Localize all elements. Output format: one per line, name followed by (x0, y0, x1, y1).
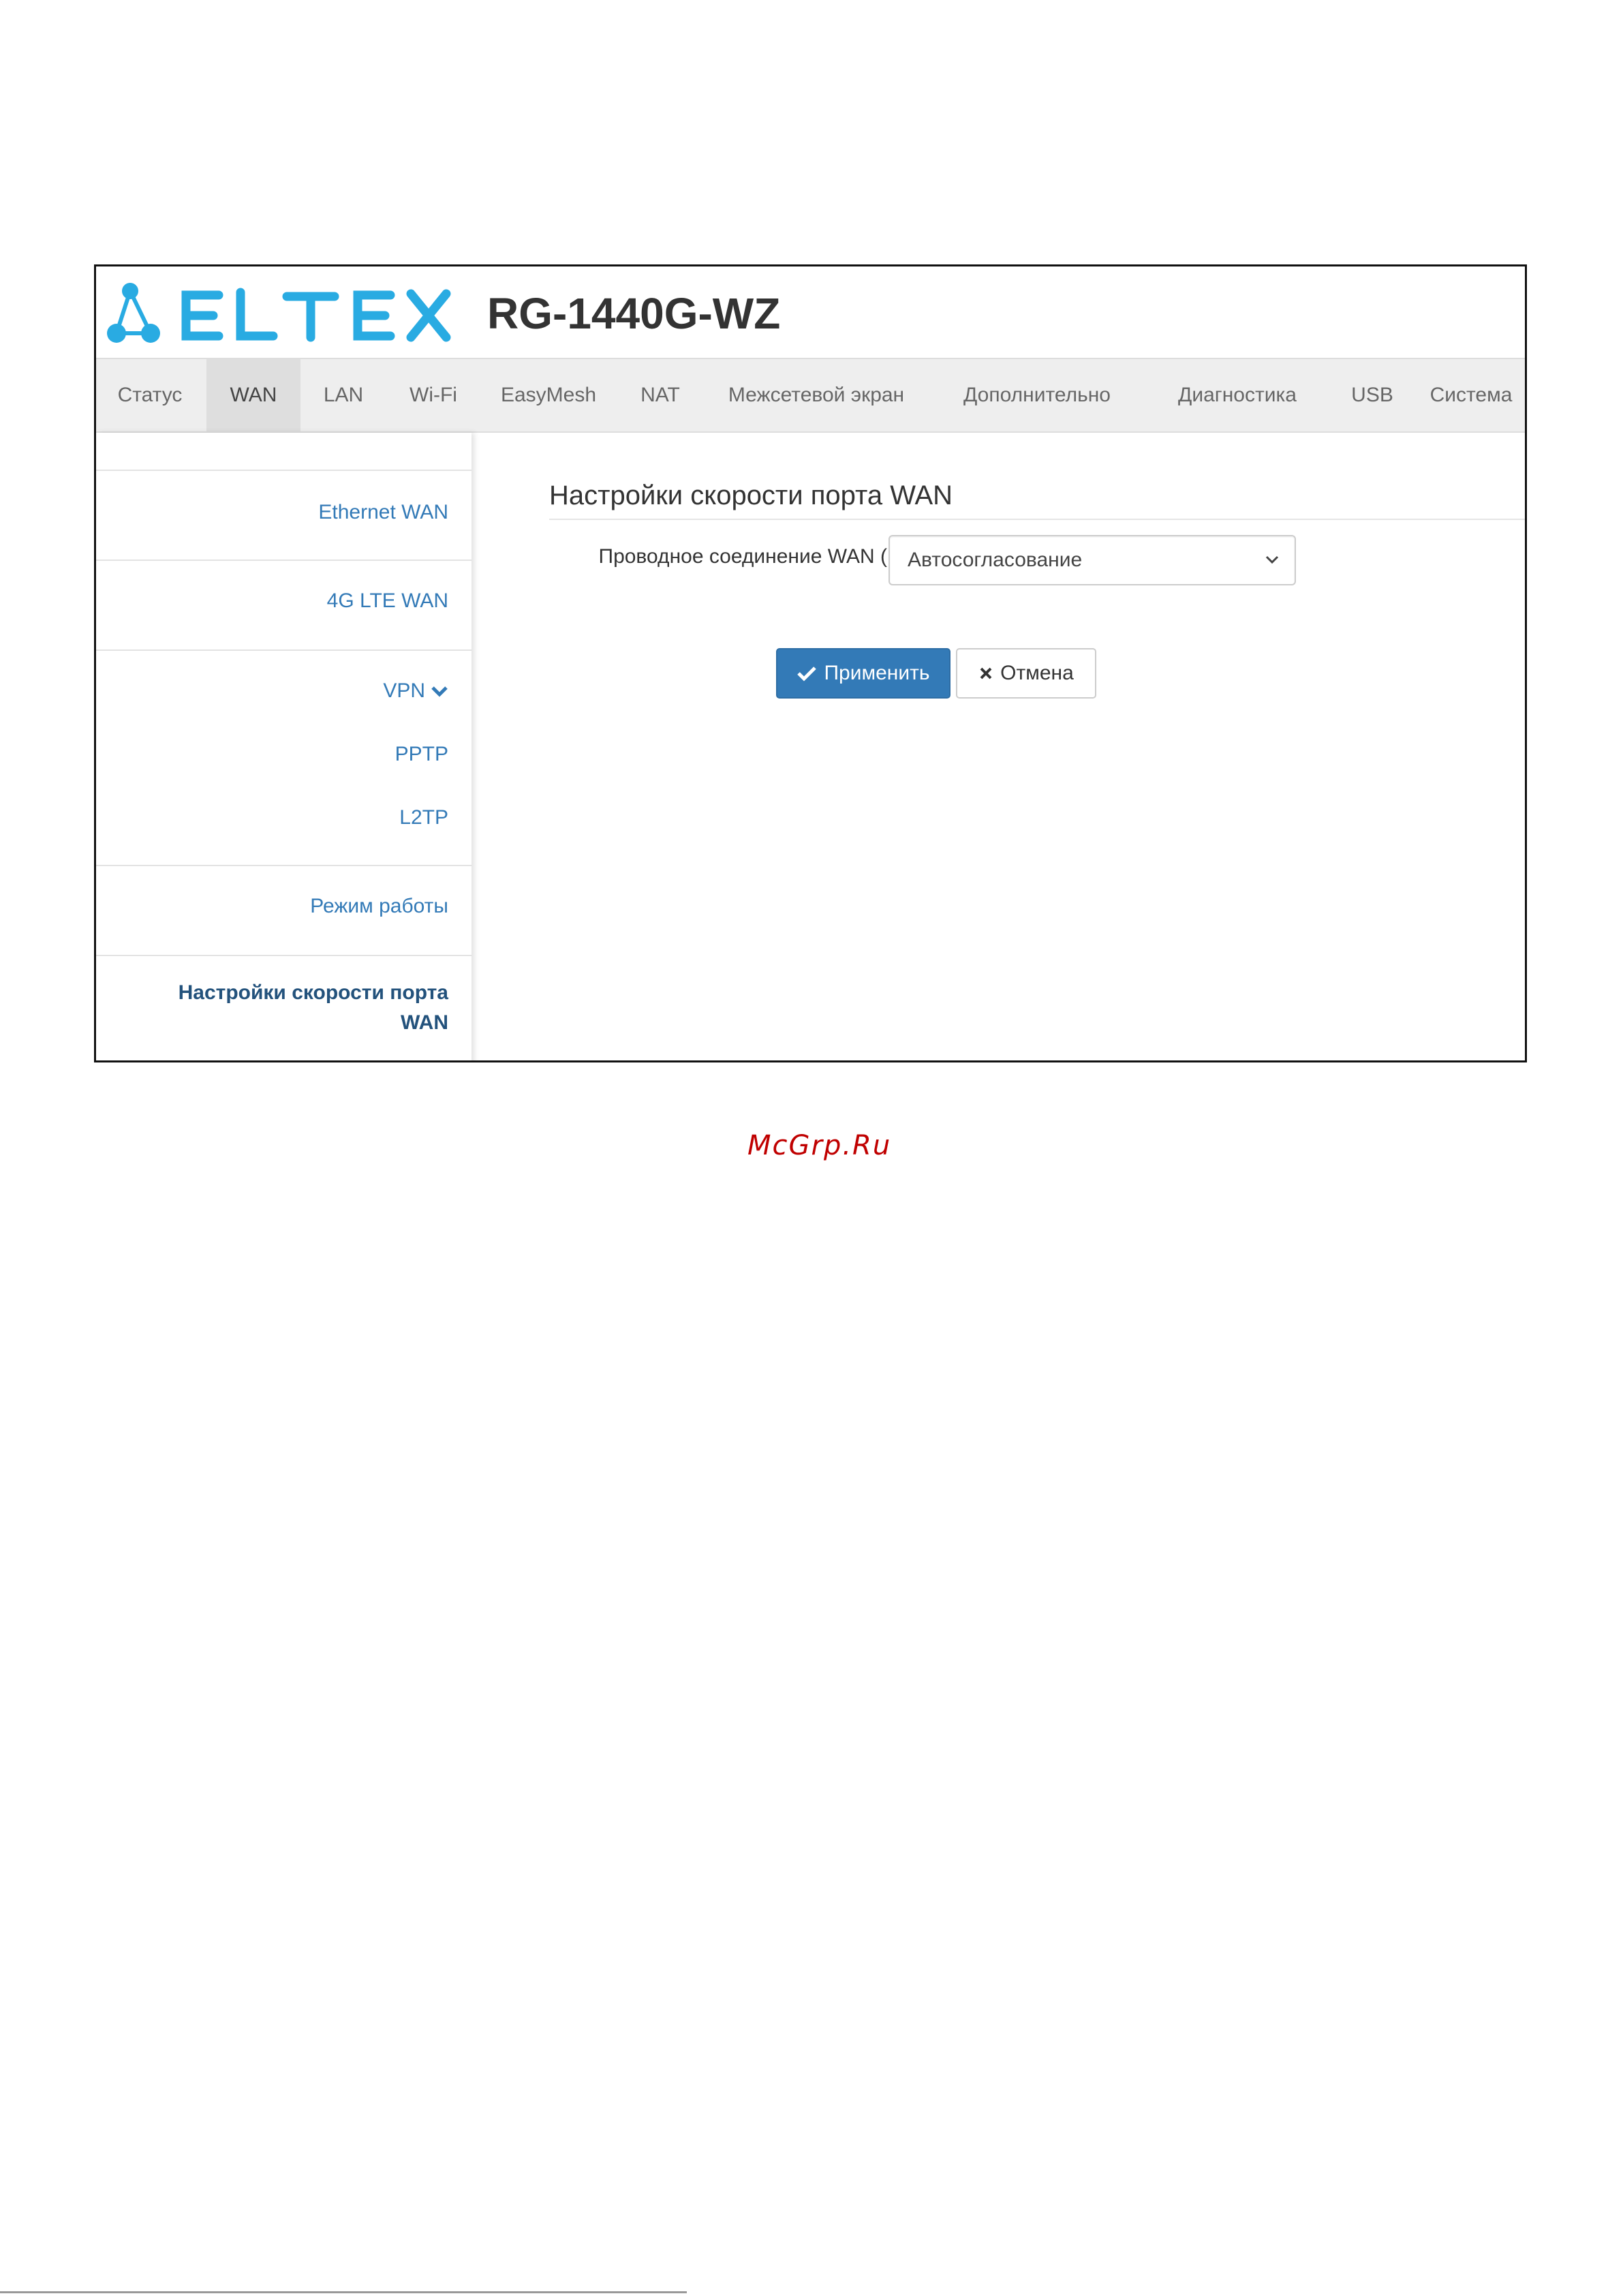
main-nav: Статус WAN LAN Wi-Fi EasyMesh NAT Межсет… (96, 358, 1525, 433)
chevron-down-icon (1265, 555, 1279, 564)
divider (96, 955, 472, 956)
device-model: RG-1440G-WZ (487, 289, 781, 338)
nav-nat[interactable]: NAT (617, 359, 704, 431)
wan-speed-select[interactable]: Автосогласование (888, 535, 1296, 585)
divider (96, 865, 472, 866)
divider (96, 560, 472, 561)
nav-diagnostics[interactable]: Диагностика (1145, 359, 1329, 431)
sidebar-item-vpn-label: VPN (383, 679, 425, 702)
nav-usb[interactable]: USB (1329, 359, 1415, 431)
nav-easymesh[interactable]: EasyMesh (480, 359, 617, 431)
nav-lan[interactable]: LAN (300, 359, 386, 431)
eltex-logo (107, 283, 451, 343)
header: RG-1440G-WZ (96, 266, 1525, 358)
wan-speed-value: Автосогласование (908, 549, 1083, 571)
cancel-label: Отмена (1000, 662, 1074, 684)
cancel-button[interactable]: Отмена (956, 648, 1096, 699)
divider (96, 649, 472, 651)
page-footer-line (0, 2291, 687, 2293)
watermark: McGrp.Ru (747, 1130, 892, 1161)
chevron-down-icon (431, 686, 448, 697)
title-divider (549, 519, 1525, 520)
router-admin-window: RG-1440G-WZ Статус WAN LAN Wi-Fi EasyMes… (94, 264, 1527, 1062)
apply-label: Применить (824, 662, 930, 684)
sidebar-item-speed-settings[interactable]: Настройки скорости порта WAN (162, 978, 448, 1038)
check-icon (797, 667, 817, 682)
nav-wifi[interactable]: Wi-Fi (386, 359, 480, 431)
nav-status[interactable]: Статус (96, 359, 204, 431)
nav-system[interactable]: Система (1415, 359, 1525, 431)
sidebar-item-l2tp[interactable]: L2TP (399, 806, 448, 829)
nav-firewall[interactable]: Межсетевой экран (704, 359, 929, 431)
sidebar-item-mode[interactable]: Режим работы (310, 895, 448, 918)
sidebar-item-vpn[interactable]: VPN (383, 679, 448, 703)
page-title: Настройки скорости порта WAN (549, 480, 953, 510)
sidebar-item-pptp[interactable]: PPTP (395, 743, 448, 766)
sidebar: Ethernet WAN 4G LTE WAN VPN PPTP L2TP Ре… (96, 433, 472, 1060)
nav-advanced[interactable]: Дополнительно (929, 359, 1145, 431)
wan-connection-label: Проводное соединение WAN (nas0) (598, 545, 939, 568)
divider (96, 470, 472, 471)
nav-wan[interactable]: WAN (206, 359, 300, 431)
sidebar-item-ethernet-wan[interactable]: Ethernet WAN (318, 501, 448, 524)
close-icon (980, 667, 992, 679)
sidebar-item-lte-wan[interactable]: 4G LTE WAN (327, 590, 448, 613)
apply-button[interactable]: Применить (776, 648, 950, 699)
